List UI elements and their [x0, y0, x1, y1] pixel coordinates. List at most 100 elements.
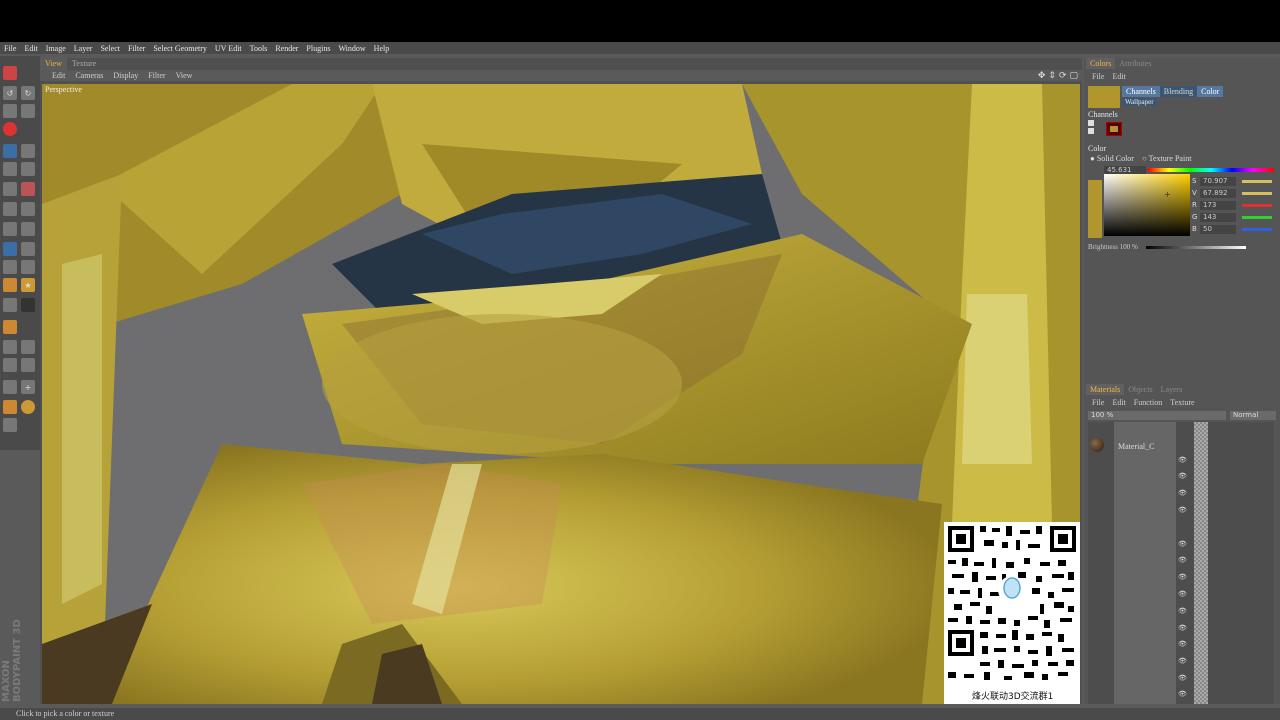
red-bar[interactable] [1242, 203, 1272, 207]
menu-help[interactable]: Help [374, 44, 390, 53]
saturation-value-picker[interactable] [1104, 174, 1190, 236]
channel-swatches[interactable] [1088, 120, 1124, 136]
eye-icon[interactable]: 👁 [1178, 540, 1187, 548]
materials-menu-function[interactable]: Function [1134, 398, 1162, 408]
menu-filter[interactable]: Filter [128, 44, 145, 53]
magic-wand-icon[interactable] [3, 222, 17, 236]
green-bar[interactable] [1242, 215, 1272, 219]
projection-paint-icon[interactable] [21, 144, 35, 158]
uv-polygon-icon[interactable] [21, 162, 35, 176]
tab-colors[interactable]: Colors [1086, 58, 1116, 69]
layer-thumbnail-column[interactable] [1194, 422, 1208, 704]
red-value[interactable]: 173 [1200, 200, 1236, 210]
colors-menu-edit[interactable]: Edit [1112, 72, 1125, 82]
tab-layers[interactable]: Layers [1157, 384, 1187, 395]
saturation-slider[interactable]: S 70.907 [1192, 176, 1278, 186]
uv-grid-icon[interactable] [21, 358, 35, 372]
blue-value[interactable]: 50 [1200, 224, 1236, 234]
new-document-icon[interactable] [3, 66, 17, 80]
eye-icon[interactable]: 👁 [1178, 472, 1187, 480]
menu-select[interactable]: Select [100, 44, 120, 53]
brightness-bar[interactable] [1145, 245, 1246, 249]
lasso-icon[interactable] [21, 202, 35, 216]
checker-icon[interactable] [3, 340, 17, 354]
menu-plugins[interactable]: Plugins [306, 44, 330, 53]
magnify-icon[interactable] [3, 182, 17, 196]
materials-menu-texture[interactable]: Texture [1170, 398, 1194, 408]
tab-materials[interactable]: Materials [1086, 384, 1125, 395]
tab-attributes[interactable]: Attributes [1115, 58, 1155, 69]
layer-mask-icon[interactable] [21, 340, 35, 354]
tab-blending[interactable]: Blending [1160, 86, 1197, 97]
redo-icon[interactable]: ↻ [21, 86, 35, 100]
blue-slider[interactable]: B 50 [1192, 224, 1278, 234]
menu-window[interactable]: Window [338, 44, 365, 53]
3d-viewport[interactable]: Perspective 烽火联动3D交流群1 [42, 84, 1080, 704]
menu-image[interactable]: Image [46, 44, 66, 53]
smudge-icon[interactable] [3, 380, 17, 394]
red-slider[interactable]: R 173 [1192, 200, 1278, 210]
material-name[interactable]: Material_C [1118, 442, 1154, 451]
saturation-bar[interactable] [1242, 179, 1272, 183]
tab-texture[interactable]: Texture [67, 58, 101, 70]
color-swatch-icon[interactable] [21, 182, 35, 196]
blue-bar[interactable] [1242, 227, 1272, 231]
star-icon[interactable]: ★ [21, 278, 35, 292]
eye-icon[interactable]: 👁 [1178, 624, 1187, 632]
eraser-icon[interactable] [3, 260, 17, 274]
layer-opacity-field[interactable]: 100 % [1088, 411, 1226, 420]
brightness-value[interactable]: 100 % [1120, 243, 1138, 251]
menu-edit[interactable]: Edit [24, 44, 37, 53]
viewport-menu-display[interactable]: Display [113, 71, 138, 80]
blend-mode-select[interactable]: Normal [1230, 411, 1276, 420]
viewport-menu-cameras[interactable]: Cameras [75, 71, 103, 80]
eye-icon[interactable]: 👁 [1178, 674, 1187, 682]
menu-select-geometry[interactable]: Select Geometry [153, 44, 207, 53]
wallpaper-button[interactable]: Wallpaper [1122, 98, 1157, 106]
lock-icon[interactable] [3, 400, 17, 414]
viewport-menu-edit[interactable]: Edit [52, 71, 65, 80]
brush-icon[interactable] [3, 242, 17, 256]
eyedropper-icon[interactable] [21, 260, 35, 274]
green-slider[interactable]: G 143 [1192, 212, 1278, 222]
menu-tools[interactable]: Tools [250, 44, 268, 53]
viewport-menu-filter[interactable]: Filter [148, 71, 165, 80]
transform-icon[interactable] [21, 222, 35, 236]
3d-paint-mode-icon[interactable] [3, 144, 17, 158]
sphere-icon[interactable] [21, 400, 35, 414]
tab-channels[interactable]: Channels [1122, 86, 1160, 97]
tab-color[interactable]: Color [1197, 86, 1224, 97]
menu-render[interactable]: Render [275, 44, 298, 53]
colors-menu-file[interactable]: File [1092, 72, 1104, 82]
saturation-value[interactable]: 70.907 [1200, 176, 1236, 186]
tab-view[interactable]: View [40, 58, 67, 70]
eye-icon[interactable]: 👁 [1178, 456, 1187, 464]
dolly-icon[interactable]: ⇕ [1048, 71, 1056, 81]
viewport-menu-view[interactable]: View [176, 71, 193, 80]
value-value[interactable]: 67.892 [1200, 188, 1236, 198]
eye-icon[interactable]: 👁 [1178, 556, 1187, 564]
eye-icon[interactable]: 👁 [1178, 590, 1187, 598]
eye-icon[interactable]: 👁 [1178, 506, 1187, 514]
material-preview-icon[interactable] [1090, 438, 1104, 452]
eye-icon[interactable]: 👁 [1178, 607, 1187, 615]
undo-icon[interactable]: ↺ [3, 86, 17, 100]
value-bar[interactable] [1242, 191, 1272, 195]
menu-file[interactable]: File [4, 44, 16, 53]
maximize-icon[interactable]: ▢ [1069, 71, 1078, 81]
eye-icon[interactable]: 👁 [1178, 657, 1187, 665]
texture-view-icon[interactable] [3, 320, 17, 334]
clone-icon[interactable] [3, 298, 17, 312]
eye-icon[interactable]: 👁 [1178, 573, 1187, 581]
menu-layer[interactable]: Layer [74, 44, 93, 53]
paint-setup-icon[interactable] [3, 418, 17, 432]
live-select-icon[interactable] [3, 104, 17, 118]
current-color-swatch[interactable] [1088, 86, 1120, 108]
material-layer-list[interactable]: Material_C 👁 👁 👁 👁 👁 👁 👁 👁 👁 👁 👁 👁 👁 👁 [1088, 422, 1274, 704]
selection-rect-icon[interactable] [3, 202, 17, 216]
render-icon[interactable] [3, 122, 17, 136]
crosshair-icon[interactable]: + [21, 380, 35, 394]
eye-icon[interactable]: 👁 [1178, 489, 1187, 497]
materials-menu-edit[interactable]: Edit [1112, 398, 1125, 408]
value-slider[interactable]: V 67.892 [1192, 188, 1278, 198]
